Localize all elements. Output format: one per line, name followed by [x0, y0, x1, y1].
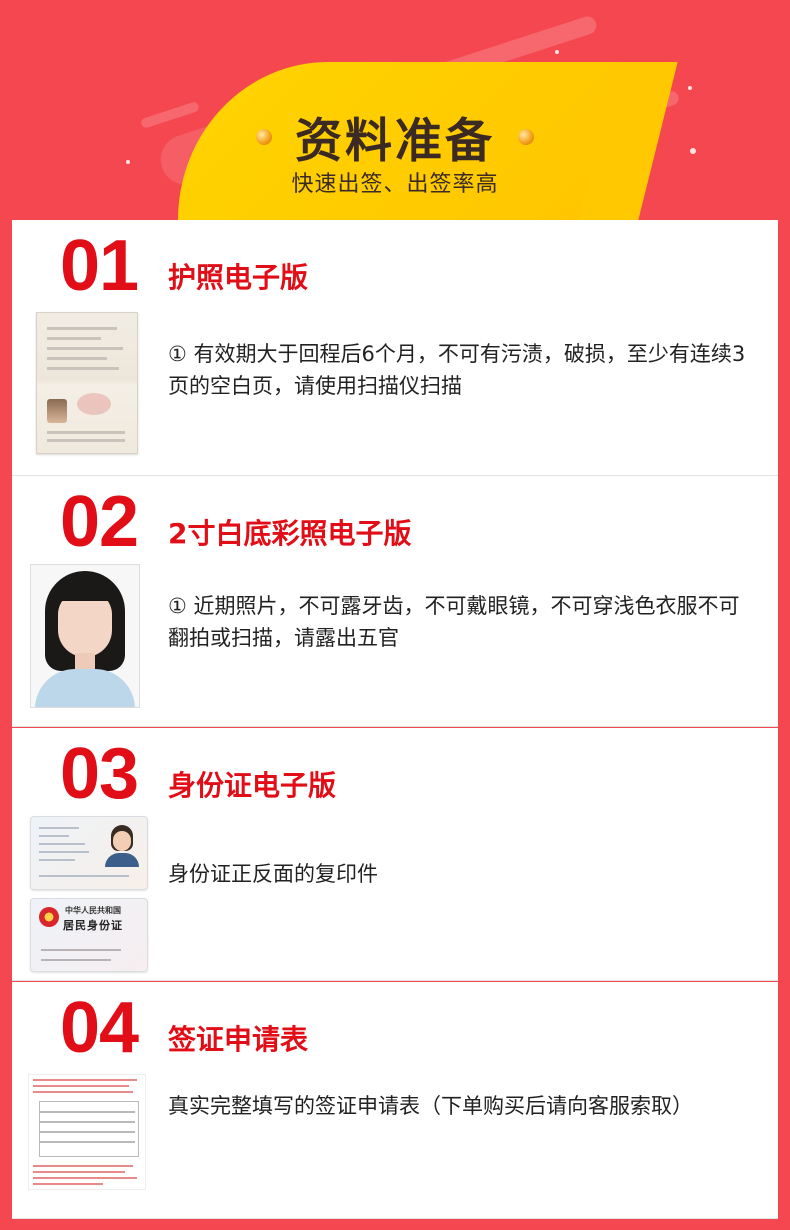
id-back-heading: 中华人民共和国 [65, 906, 121, 915]
passport-scan-image [36, 312, 138, 454]
step-number: 01 [60, 226, 139, 306]
requirement-card-passport: 01 护照电子版 ① 有效期大于回程后6个月，不可有污渍，破损，至少有连续3页的… [12, 220, 778, 476]
sparkle-dot [688, 86, 692, 90]
id-back-title: 居民身份证 [63, 919, 123, 932]
step-number: 04 [60, 988, 139, 1068]
requirement-card-id: 03 身份证电子版 中华人民共和国 居民身份证 身份证正反面的复印件 [12, 728, 778, 981]
step-description: ① 有效期大于回程后6个月，不可有污渍，破损，至少有连续3页的空白页，请使用扫描… [168, 342, 746, 398]
id-card-front-image [30, 816, 148, 890]
national-emblem-icon [39, 907, 59, 927]
visa-application-form-image [28, 1074, 146, 1190]
step-description: ① 近期照片，不可露牙齿，不可戴眼镜，不可穿浅色衣服不可翻拍或扫描，请露出五官 [168, 594, 740, 650]
id-card-back-image: 中华人民共和国 居民身份证 [30, 898, 148, 972]
step-description: 身份证正反面的复印件 [168, 862, 378, 886]
header-title-row: 资料准备 [0, 102, 790, 171]
step-description: 真实完整填写的签证申请表（下单购买后请向客服索取） [168, 1094, 693, 1118]
step-number: 03 [60, 734, 139, 814]
step-heading: 护照电子版 [168, 261, 309, 294]
gold-orb-icon [255, 128, 272, 145]
page-subtitle: 快速出签、出签率高 [291, 172, 499, 197]
step-heading: 身份证电子版 [168, 769, 337, 802]
gold-orb-icon [518, 128, 535, 145]
sparkle-dot [555, 50, 559, 54]
step-number: 02 [60, 482, 139, 562]
portrait-photo-image [30, 564, 140, 708]
step-heading: 2寸白底彩照电子版 [168, 517, 412, 550]
step-heading: 签证申请表 [168, 1023, 309, 1056]
requirement-card-photo: 02 2寸白底彩照电子版 ① 近期照片，不可露牙齿，不可戴眼镜，不可穿浅色衣服不… [12, 476, 778, 727]
page-title: 资料准备 [295, 114, 495, 169]
requirement-card-form: 04 签证申请表 真实完整填写的签证申请表（下单购买后请向客服索取） [12, 982, 778, 1219]
